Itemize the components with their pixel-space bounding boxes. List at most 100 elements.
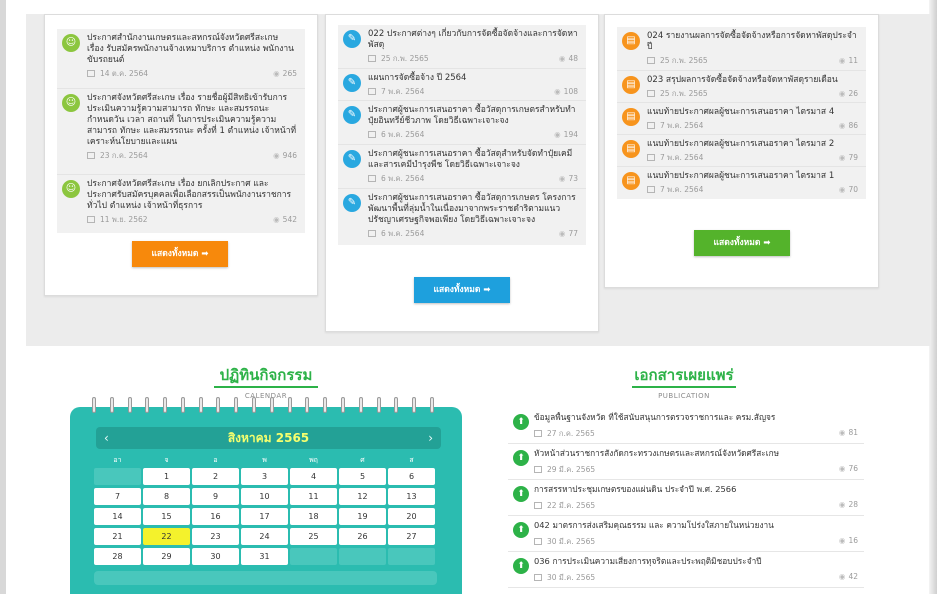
- calendar-day[interactable]: 7: [94, 488, 141, 505]
- list-item[interactable]: ✎ 022 ประกาศต่างๆ เกี่ยวกับการจัดซื้อจัด…: [338, 25, 586, 69]
- calendar-day[interactable]: 5: [339, 468, 386, 485]
- list-item[interactable]: ▤ แนบท้ายประกาศผลผู้ชนะการเสนอราคา ไตรมา…: [617, 167, 866, 199]
- calendar-icon: [647, 57, 655, 64]
- news-title[interactable]: ประกาศจังหวัดศรีสะเกษ เรื่อง รายชื่อผู้ม…: [87, 93, 297, 148]
- calendar-day[interactable]: 1: [143, 468, 190, 485]
- page-top-edge: [0, 0, 937, 14]
- calendar-day[interactable]: 12: [339, 488, 386, 505]
- calendar-day[interactable]: 11: [290, 488, 337, 505]
- news-title[interactable]: ประกาศผู้ชนะการเสนอราคา ซื้อวัสดุสำหรับจ…: [368, 149, 578, 171]
- calendar-day[interactable]: 21: [94, 528, 141, 545]
- calendar-day[interactable]: 6: [388, 468, 435, 485]
- calendar-day[interactable]: 31: [241, 548, 288, 565]
- calendar-week: 1 2 3 4 5 6: [94, 468, 437, 485]
- calendar-day[interactable]: 18: [290, 508, 337, 525]
- list-item[interactable]: ✎ ประกาศผู้ชนะการเสนอราคา ซื้อวัสดุการเก…: [338, 189, 586, 245]
- news-meta: 25 ก.พ. 2565 ◉ 11: [647, 56, 858, 66]
- list-item[interactable]: ▤ 024 รายงานผลการจัดซื้อจัดจ้างหรือการจั…: [617, 27, 866, 71]
- views-icon: ◉: [554, 87, 561, 96]
- calendar-day[interactable]: 10: [241, 488, 288, 505]
- news-title[interactable]: แผนการจัดซื้อจ้าง ปี 2564: [368, 73, 578, 84]
- publication-item-title[interactable]: 036 การประเมินความเสี่ยงการทุจริตและประพ…: [534, 556, 858, 567]
- show-all-button-reports[interactable]: แสดงทั้งหมด ➡: [694, 230, 790, 256]
- news-views: 77: [568, 229, 578, 238]
- calendar-day[interactable]: 23: [192, 528, 239, 545]
- views-icon: ◉: [273, 151, 280, 160]
- views-icon: ◉: [273, 69, 280, 78]
- calendar-day[interactable]: 27: [388, 528, 435, 545]
- news-title[interactable]: ประกาศผู้ชนะการเสนอราคา ซื้อวัสดุการเกษต…: [368, 193, 578, 226]
- download-icon: ⬆: [513, 486, 529, 502]
- list-item[interactable]: ▤ 023 สรุปผลการจัดซื้อจัดจ้างหรือจัดหาพั…: [617, 71, 866, 103]
- list-item[interactable]: ✎ ประกาศผู้ชนะการเสนอราคา ซื้อวัสดุการเก…: [338, 101, 586, 145]
- calendar-day[interactable]: 14: [94, 508, 141, 525]
- calendar-ring: [145, 397, 150, 413]
- views-icon: ◉: [838, 121, 846, 130]
- calendar-day[interactable]: 19: [339, 508, 386, 525]
- news-title[interactable]: 024 รายงานผลการจัดซื้อจัดจ้างหรือการจัดห…: [647, 31, 858, 53]
- views-icon: ◉: [838, 185, 846, 194]
- calendar-day[interactable]: 13: [388, 488, 435, 505]
- list-item[interactable]: ⬆ การสรรหาประชุมเกษตรของแผ่นดิน ประจำปี …: [508, 480, 864, 516]
- calendar-day[interactable]: 17: [241, 508, 288, 525]
- list-item[interactable]: ☺ ประกาศจังหวัดศรีสะเกษ เรื่อง รายชื่อผู…: [57, 89, 305, 175]
- news-title[interactable]: แนบท้ายประกาศผลผู้ชนะการเสนอราคา ไตรมาส …: [647, 107, 858, 118]
- list-item[interactable]: ✎ แผนการจัดซื้อจ้าง ปี 2564 7 พ.ค. 2564 …: [338, 69, 586, 101]
- next-month-button[interactable]: ›: [428, 427, 433, 449]
- calendar-ring: [412, 397, 417, 413]
- show-all-button-jobs[interactable]: แสดงทั้งหมด ➡: [132, 241, 228, 267]
- news-title[interactable]: แนบท้ายประกาศผลผู้ชนะการเสนอราคา ไตรมาส …: [647, 139, 858, 150]
- download-icon: ⬆: [513, 450, 529, 466]
- calendar-day[interactable]: 4: [290, 468, 337, 485]
- news-date: 6 พ.ค. 2564: [381, 174, 425, 183]
- calendar-day[interactable]: 20: [388, 508, 435, 525]
- list-item[interactable]: ⬆ ข้อมูลพื้นฐานจังหวัด ที่ใช้สนับสนุนการ…: [508, 408, 864, 444]
- calendar-ring: [376, 397, 381, 413]
- calendar-icon: [534, 466, 542, 473]
- calendar-day[interactable]: 30: [192, 548, 239, 565]
- show-all-button-procurement[interactable]: แสดงทั้งหมด ➡: [414, 277, 510, 303]
- calendar-day[interactable]: 22: [143, 528, 190, 545]
- calendar-day[interactable]: 9: [192, 488, 239, 505]
- list-item[interactable]: ☺ ประกาศจังหวัดศรีสะเกษ เรื่อง ยกเลิกประ…: [57, 175, 305, 233]
- news-meta: 23 ก.ค. 2564 ◉ 946: [87, 151, 297, 161]
- calendar-ring: [394, 397, 399, 413]
- news-title[interactable]: ประกาศจังหวัดศรีสะเกษ เรื่อง ยกเลิกประกา…: [87, 179, 297, 212]
- news-title[interactable]: ประกาศผู้ชนะการเสนอราคา ซื้อวัสดุการเกษต…: [368, 105, 578, 127]
- publication-item-title[interactable]: หัวหน้าส่วนราชการสังกัดกระทรวงเกษตรและสห…: [534, 448, 858, 459]
- list-item[interactable]: ⬆ 036 การประเมินความเสี่ยงการทุจริตและปร…: [508, 552, 864, 588]
- calendar-day[interactable]: 3: [241, 468, 288, 485]
- list-item[interactable]: ⬆ 042 มาตรการส่งเสริมคุณธรรม และ ความโปร…: [508, 516, 864, 552]
- list-item[interactable]: ⬆ หัวหน้าส่วนราชการสังกัดกระทรวงเกษตรและ…: [508, 444, 864, 480]
- news-meta: 6 พ.ค. 2564 ◉ 77: [368, 229, 578, 239]
- megaphone-icon: ✎: [343, 106, 361, 124]
- news-date: 14 ต.ค. 2564: [100, 69, 149, 78]
- calendar-day[interactable]: 8: [143, 488, 190, 505]
- calendar-day[interactable]: 2: [192, 468, 239, 485]
- views-icon: ◉: [838, 464, 846, 473]
- list-item[interactable]: ▤ แนบท้ายประกาศผลผู้ชนะการเสนอราคา ไตรมา…: [617, 135, 866, 167]
- news-title[interactable]: 022 ประกาศต่างๆ เกี่ยวกับการจัดซื้อจัดจ้…: [368, 29, 578, 51]
- publication-item-title[interactable]: การสรรหาประชุมเกษตรของแผ่นดิน ประจำปี พ.…: [534, 484, 858, 495]
- page-scrollbar[interactable]: [929, 0, 937, 594]
- calendar-day[interactable]: 24: [241, 528, 288, 545]
- calendar-icon: [368, 131, 376, 138]
- publication-item-title[interactable]: ข้อมูลพื้นฐานจังหวัด ที่ใช้สนับสนุนการตร…: [534, 412, 858, 423]
- calendar-day[interactable]: 29: [143, 548, 190, 565]
- weekday-label: ส: [409, 456, 414, 464]
- publication-views: 28: [848, 500, 858, 509]
- list-item[interactable]: ☺ ประกาศสำนักงานเกษตรและสหกรณ์จังหวัดศรี…: [57, 29, 305, 89]
- calendar-day[interactable]: 25: [290, 528, 337, 545]
- list-item[interactable]: ▤ แนบท้ายประกาศผลผู้ชนะการเสนอราคา ไตรมา…: [617, 103, 866, 135]
- publication-item-title[interactable]: 042 มาตรการส่งเสริมคุณธรรม และ ความโปร่ง…: [534, 520, 858, 531]
- calendar-day: [388, 548, 435, 565]
- calendar-day[interactable]: 26: [339, 528, 386, 545]
- news-title[interactable]: แนบท้ายประกาศผลผู้ชนะการเสนอราคา ไตรมาส …: [647, 171, 858, 182]
- news-title[interactable]: ประกาศสำนักงานเกษตรและสหกรณ์จังหวัดศรีสะ…: [87, 33, 297, 66]
- calendar-icon: [87, 152, 95, 159]
- news-title[interactable]: 023 สรุปผลการจัดซื้อจัดจ้างหรือจัดหาพัสด…: [647, 75, 858, 86]
- list-item[interactable]: ✎ ประกาศผู้ชนะการเสนอราคา ซื้อวัสดุสำหรั…: [338, 145, 586, 189]
- calendar-day[interactable]: 28: [94, 548, 141, 565]
- calendar-day[interactable]: 15: [143, 508, 190, 525]
- calendar-day[interactable]: 16: [192, 508, 239, 525]
